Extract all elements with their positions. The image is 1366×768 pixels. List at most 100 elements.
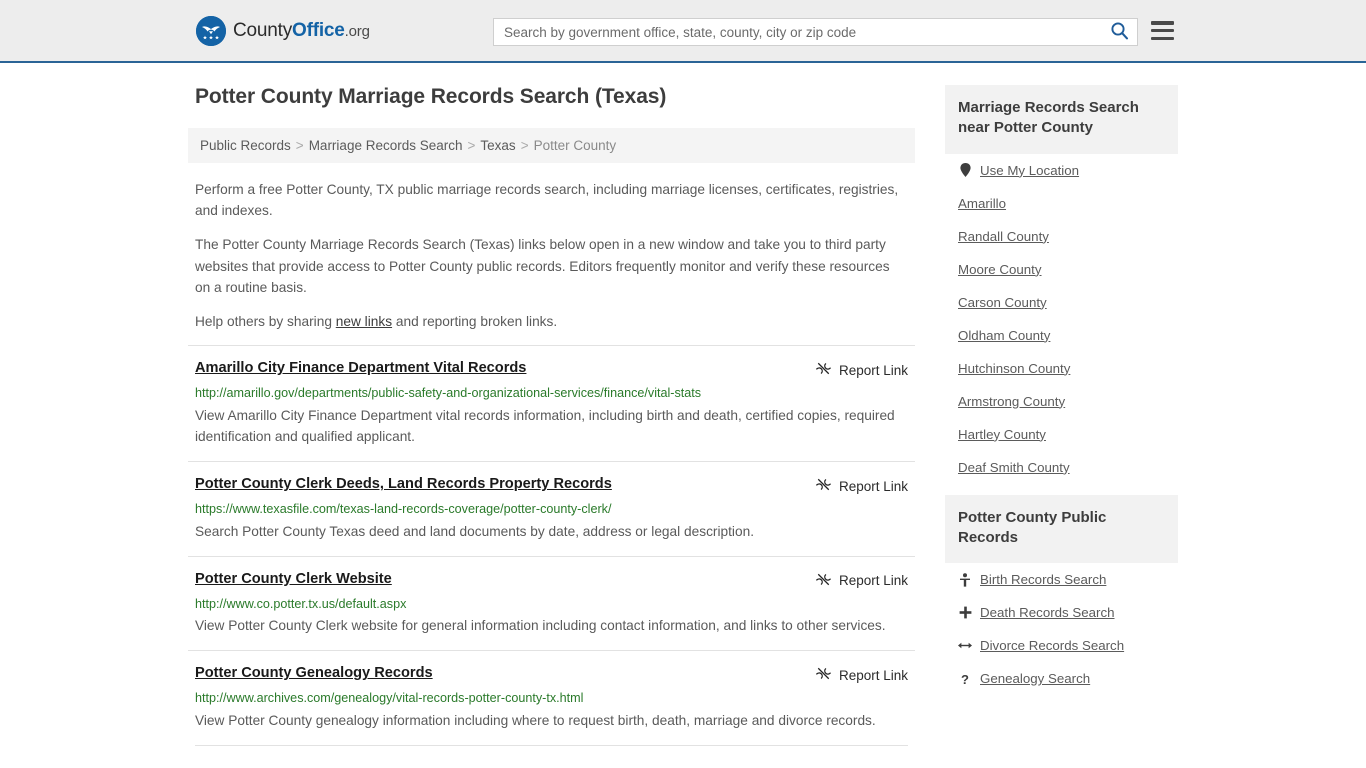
result-description: View Potter County genealogy information… — [195, 712, 876, 728]
breadcrumb-separator: > — [295, 138, 304, 153]
intro-p3-after: and reporting broken links. — [392, 314, 558, 330]
sidebar-item-amarillo[interactable]: Amarillo — [945, 187, 1178, 220]
sidebar-link-label[interactable]: Hartley County — [958, 427, 1046, 442]
sidebar-item-birth-records-search[interactable]: Birth Records Search — [945, 563, 1178, 596]
page-body: Potter County Marriage Records Search (T… — [0, 63, 1366, 747]
sidebar-item-randall-county[interactable]: Randall County — [945, 220, 1178, 253]
breadcrumb-item-texas[interactable]: Texas — [480, 138, 515, 153]
report-link-button[interactable]: Report Link — [815, 476, 908, 495]
sidebar: Marriage Records Search near Potter Coun… — [945, 85, 1178, 695]
sidebar-item-carson-county[interactable]: Carson County — [945, 286, 1178, 319]
baby-icon — [958, 572, 972, 587]
report-link-button[interactable]: Report Link — [815, 360, 908, 379]
intro-paragraph-1: Perform a free Potter County, TX public … — [195, 182, 899, 219]
new-links-link[interactable]: new links — [336, 314, 392, 329]
report-link-label: Report Link — [838, 362, 908, 378]
report-link-button[interactable]: Report Link — [815, 665, 908, 684]
site-logo[interactable]: CountyOffice.org — [196, 16, 370, 46]
sidebar-link-label[interactable]: Hutchinson County — [958, 361, 1070, 376]
result-url[interactable]: https://www.texasfile.com/texas-land-rec… — [195, 501, 908, 517]
logo-text-org: .org — [344, 23, 370, 40]
sidebar-link-label[interactable]: Oldham County — [958, 328, 1050, 343]
site-logo-text: CountyOffice.org — [233, 20, 370, 42]
main-column: Potter County Marriage Records Search (T… — [188, 85, 915, 747]
breadcrumb-item-marriage-records-search[interactable]: Marriage Records Search — [309, 138, 463, 153]
sidebar-item-oldham-county[interactable]: Oldham County — [945, 319, 1178, 352]
sidebar-link-label[interactable]: Carson County — [958, 295, 1047, 310]
question-mark-icon: ? — [958, 672, 972, 686]
sidebar-link-label[interactable]: Death Records Search — [980, 605, 1115, 620]
broken-link-icon — [815, 361, 831, 379]
logo-text-office: Office — [292, 20, 345, 41]
sidebar-link-label[interactable]: Moore County — [958, 262, 1042, 277]
breadcrumb-item-potter-county: Potter County — [533, 138, 617, 153]
site-header: CountyOffice.org — [0, 0, 1366, 63]
sidebar-item-hartley-county[interactable]: Hartley County — [945, 418, 1178, 451]
map-pin-icon — [958, 163, 972, 177]
breadcrumb-separator: > — [467, 138, 476, 153]
sidebar-item-genealogy-search[interactable]: ? Genealogy Search — [945, 662, 1178, 695]
results-bottom-divider — [195, 745, 908, 747]
sidebar-link-label[interactable]: Randall County — [958, 229, 1049, 244]
sidebar-link-label[interactable]: Armstrong County — [958, 394, 1065, 409]
result-title-link[interactable]: Amarillo City Finance Department Vital R… — [195, 360, 526, 378]
sidebar-link-label[interactable]: Divorce Records Search — [980, 638, 1124, 653]
sidebar-link-label[interactable]: Genealogy Search — [980, 671, 1090, 686]
sidebar-link-label[interactable]: Birth Records Search — [980, 572, 1106, 587]
report-link-label: Report Link — [838, 573, 908, 589]
result-title-link[interactable]: Potter County Clerk Deeds, Land Records … — [195, 476, 612, 494]
broken-link-icon — [815, 477, 831, 495]
report-link-label: Report Link — [838, 667, 908, 683]
result-item: Potter County Genealogy Records Report L… — [188, 650, 915, 745]
sidebar-item-divorce-records-search[interactable]: Divorce Records Search — [945, 629, 1178, 662]
broken-link-icon — [815, 572, 831, 590]
sidebar-item-deaf-smith-county[interactable]: Deaf Smith County — [945, 451, 1178, 484]
sidebar-link-label[interactable]: Amarillo — [958, 196, 1006, 211]
sidebar-item-use-my-location[interactable]: Use My Location — [945, 154, 1178, 187]
report-link-button[interactable]: Report Link — [815, 571, 908, 590]
result-header: Potter County Genealogy Records Report L… — [195, 665, 908, 684]
sidebar-link-label[interactable]: Use My Location — [980, 163, 1079, 178]
sidebar-item-moore-county[interactable]: Moore County — [945, 253, 1178, 286]
result-title-link[interactable]: Potter County Clerk Website — [195, 571, 392, 589]
svg-text:?: ? — [961, 672, 969, 686]
broken-link-icon — [815, 666, 831, 684]
result-header: Potter County Clerk Deeds, Land Records … — [195, 476, 908, 495]
cross-icon — [958, 606, 972, 619]
result-item: Potter County Clerk Deeds, Land Records … — [188, 461, 915, 556]
sidebar-item-death-records-search[interactable]: Death Records Search — [945, 596, 1178, 629]
hamburger-bar — [1151, 36, 1174, 40]
logo-text-county: County — [233, 20, 293, 41]
sidebar-item-armstrong-county[interactable]: Armstrong County — [945, 385, 1178, 418]
result-url[interactable]: http://www.archives.com/genealogy/vital-… — [195, 690, 908, 706]
intro-p3-before: Help others by sharing — [195, 314, 336, 330]
breadcrumb-item-public-records[interactable]: Public Records — [200, 138, 291, 153]
hamburger-bar — [1151, 28, 1174, 33]
result-description: View Potter County Clerk website for gen… — [195, 618, 886, 634]
result-title-link[interactable]: Potter County Genealogy Records — [195, 665, 433, 683]
sidebar-link-label[interactable]: Deaf Smith County — [958, 460, 1070, 475]
hamburger-menu-icon[interactable] — [1151, 21, 1174, 40]
search-button[interactable] — [1101, 19, 1137, 45]
breadcrumb-separator: > — [520, 138, 529, 153]
intro-text: Perform a free Potter County, TX public … — [188, 179, 915, 332]
report-link-label: Report Link — [838, 478, 908, 494]
sidebar-public-records-list: Birth Records Search Death Records Searc… — [945, 563, 1178, 695]
result-description: View Amarillo City Finance Department vi… — [195, 407, 895, 444]
page-title: Potter County Marriage Records Search (T… — [195, 85, 667, 108]
search-bar[interactable] — [493, 18, 1138, 46]
left-right-arrow-icon — [958, 640, 972, 651]
result-item: Potter County Clerk Website Report Link … — [188, 555, 915, 651]
content-container: Potter County Marriage Records Search (T… — [188, 85, 1178, 747]
search-input[interactable] — [494, 19, 1101, 45]
sidebar-public-records-heading: Potter County Public Records — [945, 494, 1178, 563]
sidebar-nearby-heading: Marriage Records Search near Potter Coun… — [945, 85, 1178, 154]
breadcrumb: Public Records > Marriage Records Search > T… — [188, 128, 915, 163]
result-description: Search Potter County Texas deed and land… — [195, 523, 754, 539]
search-icon — [1110, 21, 1129, 43]
result-url[interactable]: http://www.co.potter.tx.us/default.aspx — [195, 596, 908, 612]
result-item: Amarillo City Finance Department Vital R… — [188, 345, 915, 461]
sidebar-item-hutchinson-county[interactable]: Hutchinson County — [945, 352, 1178, 385]
result-url[interactable]: http://amarillo.gov/departments/public-s… — [195, 385, 908, 401]
